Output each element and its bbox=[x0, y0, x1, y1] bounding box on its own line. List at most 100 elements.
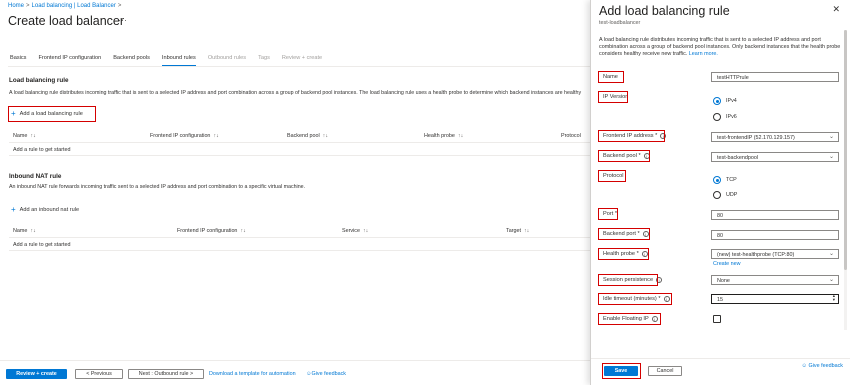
highlight-box bbox=[598, 228, 650, 240]
sort-icon: ↑↓ bbox=[362, 228, 369, 234]
floating-ip-checkbox[interactable] bbox=[713, 315, 721, 323]
panel-title: Add load balancing rule bbox=[599, 4, 730, 18]
sort-icon: ↑↓ bbox=[30, 133, 36, 139]
column-header-frontend-ip[interactable]: Frontend IP configuration ↑↓ bbox=[177, 228, 246, 234]
column-header-protocol[interactable]: Protocol bbox=[561, 133, 581, 139]
tcp-radio[interactable]: TCP bbox=[713, 176, 737, 184]
tabs-divider bbox=[8, 66, 590, 67]
chevron-down-icon: ⌄ bbox=[828, 277, 834, 283]
highlight-box bbox=[598, 91, 628, 103]
spinner-icon: ▴ ▾ bbox=[832, 294, 835, 302]
page-footer: Review + create < Previous Next : Outbou… bbox=[0, 360, 590, 385]
name-input[interactable]: testHTTPrule bbox=[711, 72, 839, 82]
add-lb-rule-panel: Add load balancing rule test-loadbalance… bbox=[590, 0, 850, 385]
highlight-box bbox=[598, 150, 650, 162]
tab-basics[interactable]: Basics bbox=[10, 53, 26, 66]
sort-icon: ↑↓ bbox=[240, 228, 246, 234]
more-options-icon[interactable]: ··· bbox=[118, 15, 127, 25]
download-template-link[interactable]: Download a template for automation bbox=[209, 371, 296, 377]
chevron-down-icon: ⌄ bbox=[828, 251, 834, 257]
lb-rules-table-header: Name ↑↓ Frontend IP configuration ↑↓ Backe… bbox=[9, 131, 590, 143]
column-header-backend-pool[interactable]: Backend pool ↑↓ bbox=[287, 133, 328, 139]
tab-bar: Basics Frontend IP configuration Backend… bbox=[10, 53, 334, 67]
highlight-box bbox=[602, 363, 641, 379]
nat-rule-section-description: An inbound NAT rule forwards incoming tr… bbox=[9, 184, 306, 190]
add-inbound-nat-rule-button[interactable]: + Add an inbound nat rule bbox=[11, 205, 80, 214]
feedback-icon: ☺ bbox=[801, 363, 809, 369]
radio-empty-icon bbox=[713, 113, 721, 121]
backend-pool-dropdown[interactable]: test-backendpool ⌄ bbox=[711, 152, 839, 162]
learn-more-link[interactable]: Learn more. bbox=[689, 51, 718, 57]
create-new-link[interactable]: Create new bbox=[713, 261, 741, 267]
breadcrumb-separator: > bbox=[117, 3, 122, 9]
sort-icon: ↑↓ bbox=[457, 133, 464, 139]
panel-give-feedback-link[interactable]: ☺ Give feedback bbox=[802, 363, 843, 369]
highlight-box bbox=[598, 71, 624, 83]
lb-rule-section-description: A load balancing rule distributes incomi… bbox=[9, 90, 582, 96]
highlight-box bbox=[598, 170, 626, 182]
tab-outbound-rules[interactable]: Outbound rules bbox=[208, 53, 246, 66]
highlight-box bbox=[598, 208, 618, 220]
next-button[interactable]: Next : Outbound rule > bbox=[128, 369, 204, 379]
backend-port-input[interactable]: 80 bbox=[711, 230, 839, 240]
panel-description: A load balancing rule distributes incomi… bbox=[599, 37, 844, 58]
panel-footer: Save Cancel ☺ Give feedback bbox=[591, 358, 850, 385]
highlight-box bbox=[598, 313, 661, 325]
plus-icon: + bbox=[11, 205, 16, 214]
sort-icon: ↑↓ bbox=[30, 228, 36, 234]
scrollbar-thumb[interactable] bbox=[844, 30, 847, 270]
give-feedback-link[interactable]: ☺Give feedback bbox=[306, 371, 346, 377]
chevron-down-icon: ⌄ bbox=[828, 134, 834, 140]
breadcrumb-parent[interactable]: Load balancing | Load Balancer bbox=[32, 3, 116, 9]
nat-rules-table-header: Name ↑↓ Frontend IP configuration ↑↓ Servi… bbox=[9, 226, 590, 238]
review-create-button[interactable]: Review + create bbox=[6, 369, 67, 379]
tab-inbound-rules[interactable]: Inbound rules bbox=[161, 53, 196, 66]
panel-description-text: A load balancing rule distributes incomi… bbox=[599, 37, 841, 57]
previous-button[interactable]: < Previous bbox=[75, 369, 123, 379]
breadcrumb-home[interactable]: Home bbox=[8, 3, 24, 9]
lb-rules-empty-row: Add a rule to get started bbox=[9, 144, 590, 156]
column-header-name[interactable]: Name ↑↓ bbox=[13, 133, 36, 139]
ipv6-radio[interactable]: IPv6 bbox=[713, 113, 737, 121]
health-probe-dropdown[interactable]: (new) test-healthprobe (TCP:80) ⌄ bbox=[711, 249, 839, 259]
session-persistence-dropdown[interactable]: None ⌄ bbox=[711, 275, 839, 285]
panel-subtitle: test-loadbalancer bbox=[599, 20, 641, 26]
tab-backend-pools[interactable]: Backend pools bbox=[113, 53, 150, 66]
breadcrumb: Home > Load balancing | Load Balancer > bbox=[8, 3, 123, 9]
close-icon[interactable]: ✕ bbox=[832, 4, 840, 15]
column-header-service[interactable]: Service ↑↓ bbox=[342, 228, 368, 234]
highlight-box bbox=[598, 248, 649, 260]
panel-scrollbar[interactable] bbox=[844, 30, 847, 330]
frontend-ip-dropdown[interactable]: test-frontendIP (52.170.129.157) ⌄ bbox=[711, 132, 839, 142]
highlight-box bbox=[8, 106, 96, 122]
page-title: Create load balancer bbox=[8, 14, 125, 28]
udp-radio[interactable]: UDP bbox=[713, 191, 737, 199]
highlight-box bbox=[598, 130, 665, 142]
nat-rules-empty-row: Add a rule to get started bbox=[9, 239, 590, 251]
sort-icon: ↑↓ bbox=[213, 133, 219, 139]
idle-timeout-input[interactable]: 15 ▴ ▾ bbox=[711, 294, 839, 304]
column-header-frontend-ip[interactable]: Frontend IP configuration ↑↓ bbox=[150, 133, 219, 139]
sort-icon: ↑↓ bbox=[322, 133, 329, 139]
ipv4-radio[interactable]: IPv4 bbox=[713, 97, 737, 105]
sort-icon: ↑↓ bbox=[523, 228, 530, 234]
radio-selected-icon bbox=[713, 176, 721, 184]
highlight-box bbox=[598, 274, 658, 286]
column-header-target[interactable]: Target ↑↓ bbox=[506, 228, 529, 234]
chevron-down-icon: ⌄ bbox=[828, 154, 834, 160]
lb-rule-section-title: Load balancing rule bbox=[9, 77, 69, 84]
column-header-name[interactable]: Name ↑↓ bbox=[13, 228, 36, 234]
tab-frontend-ip-configuration[interactable]: Frontend IP configuration bbox=[38, 53, 101, 66]
radio-empty-icon bbox=[713, 191, 721, 199]
tab-review-create[interactable]: Review + create bbox=[282, 53, 322, 66]
nat-rule-section-title: Inbound NAT rule bbox=[9, 173, 62, 180]
highlight-box bbox=[598, 293, 672, 305]
column-header-health-probe[interactable]: Health probe ↑↓ bbox=[424, 133, 463, 139]
breadcrumb-separator: > bbox=[26, 3, 30, 9]
radio-selected-icon bbox=[713, 97, 721, 105]
add-inbound-nat-rule-label: Add an inbound nat rule bbox=[19, 207, 80, 213]
tab-tags[interactable]: Tags bbox=[258, 53, 270, 66]
main-page: Home > Load balancing | Load Balancer > Cre… bbox=[0, 0, 590, 385]
cancel-button[interactable]: Cancel bbox=[648, 366, 682, 376]
port-input[interactable]: 80 bbox=[711, 210, 839, 220]
